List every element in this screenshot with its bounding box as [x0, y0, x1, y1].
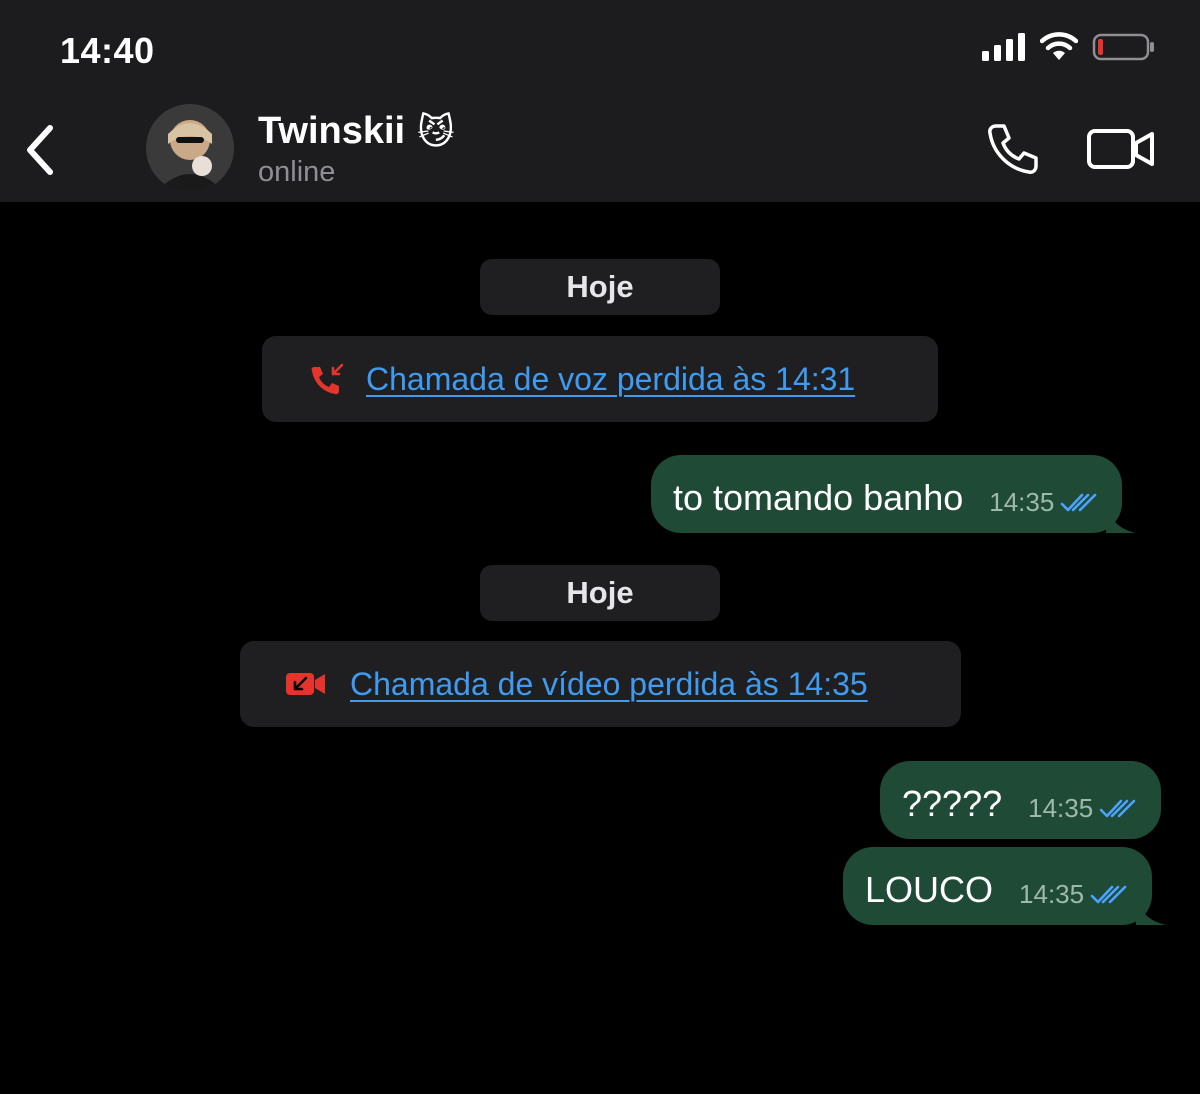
status-time: 14:40 — [60, 30, 155, 71]
chevron-left-icon — [27, 125, 53, 175]
message-meta: 14:35 — [989, 487, 1098, 519]
battery-icon — [1092, 33, 1154, 61]
video-call-button[interactable] — [1086, 124, 1156, 174]
contact-emoji: 😼 — [417, 110, 455, 152]
chat-header: 14:40 Twinskii 😼 online — [0, 0, 1200, 202]
contact-status: online — [258, 156, 336, 188]
missed-voice-call-link[interactable]: Chamada de voz perdida às 14:31 — [366, 361, 855, 398]
bubble-tail — [1106, 505, 1137, 533]
message-time: 14:35 — [1028, 793, 1094, 823]
avatar[interactable] — [146, 104, 234, 192]
signal-icon — [982, 33, 1025, 61]
message-text: LOUCO — [865, 869, 994, 910]
bubble-tail — [1136, 897, 1167, 925]
missed-voice-call[interactable]: Chamada de voz perdida às 14:31 — [262, 336, 938, 422]
message-time: 14:35 — [989, 487, 1055, 517]
message-text: to tomando banho — [673, 477, 964, 518]
contact-name[interactable]: Twinskii 😼 — [258, 110, 455, 153]
contact-name-text: Twinskii — [258, 110, 406, 152]
double-check-icon — [1099, 799, 1136, 817]
video-camera-icon — [1087, 129, 1154, 169]
outgoing-message[interactable]: ????? 14:35 — [880, 761, 1162, 839]
message-meta: 14:35 — [1019, 879, 1128, 911]
double-check-icon — [1061, 493, 1097, 511]
double-check-icon — [1090, 885, 1127, 903]
message-meta: 14:35 — [1028, 793, 1137, 825]
wifi-icon — [1040, 32, 1078, 60]
avatar-image — [146, 104, 234, 192]
message-time: 14:35 — [1019, 879, 1085, 909]
date-separator: Hoje — [480, 259, 720, 315]
missed-call-icon — [302, 359, 354, 399]
status-icons — [982, 32, 1156, 62]
missed-video-call-icon — [280, 664, 332, 704]
outgoing-message[interactable]: to tomando banho 14:35 — [651, 455, 1137, 533]
outgoing-message[interactable]: LOUCO 14:35 — [843, 847, 1167, 925]
message-text: ????? — [902, 783, 1003, 824]
phone-icon — [988, 124, 1038, 174]
missed-video-call-link[interactable]: Chamada de vídeo perdida às 14:35 — [350, 666, 868, 703]
back-button[interactable] — [18, 122, 62, 178]
voice-call-button[interactable] — [984, 120, 1042, 178]
missed-video-call[interactable]: Chamada de vídeo perdida às 14:35 — [240, 641, 961, 727]
date-separator: Hoje — [480, 565, 720, 621]
